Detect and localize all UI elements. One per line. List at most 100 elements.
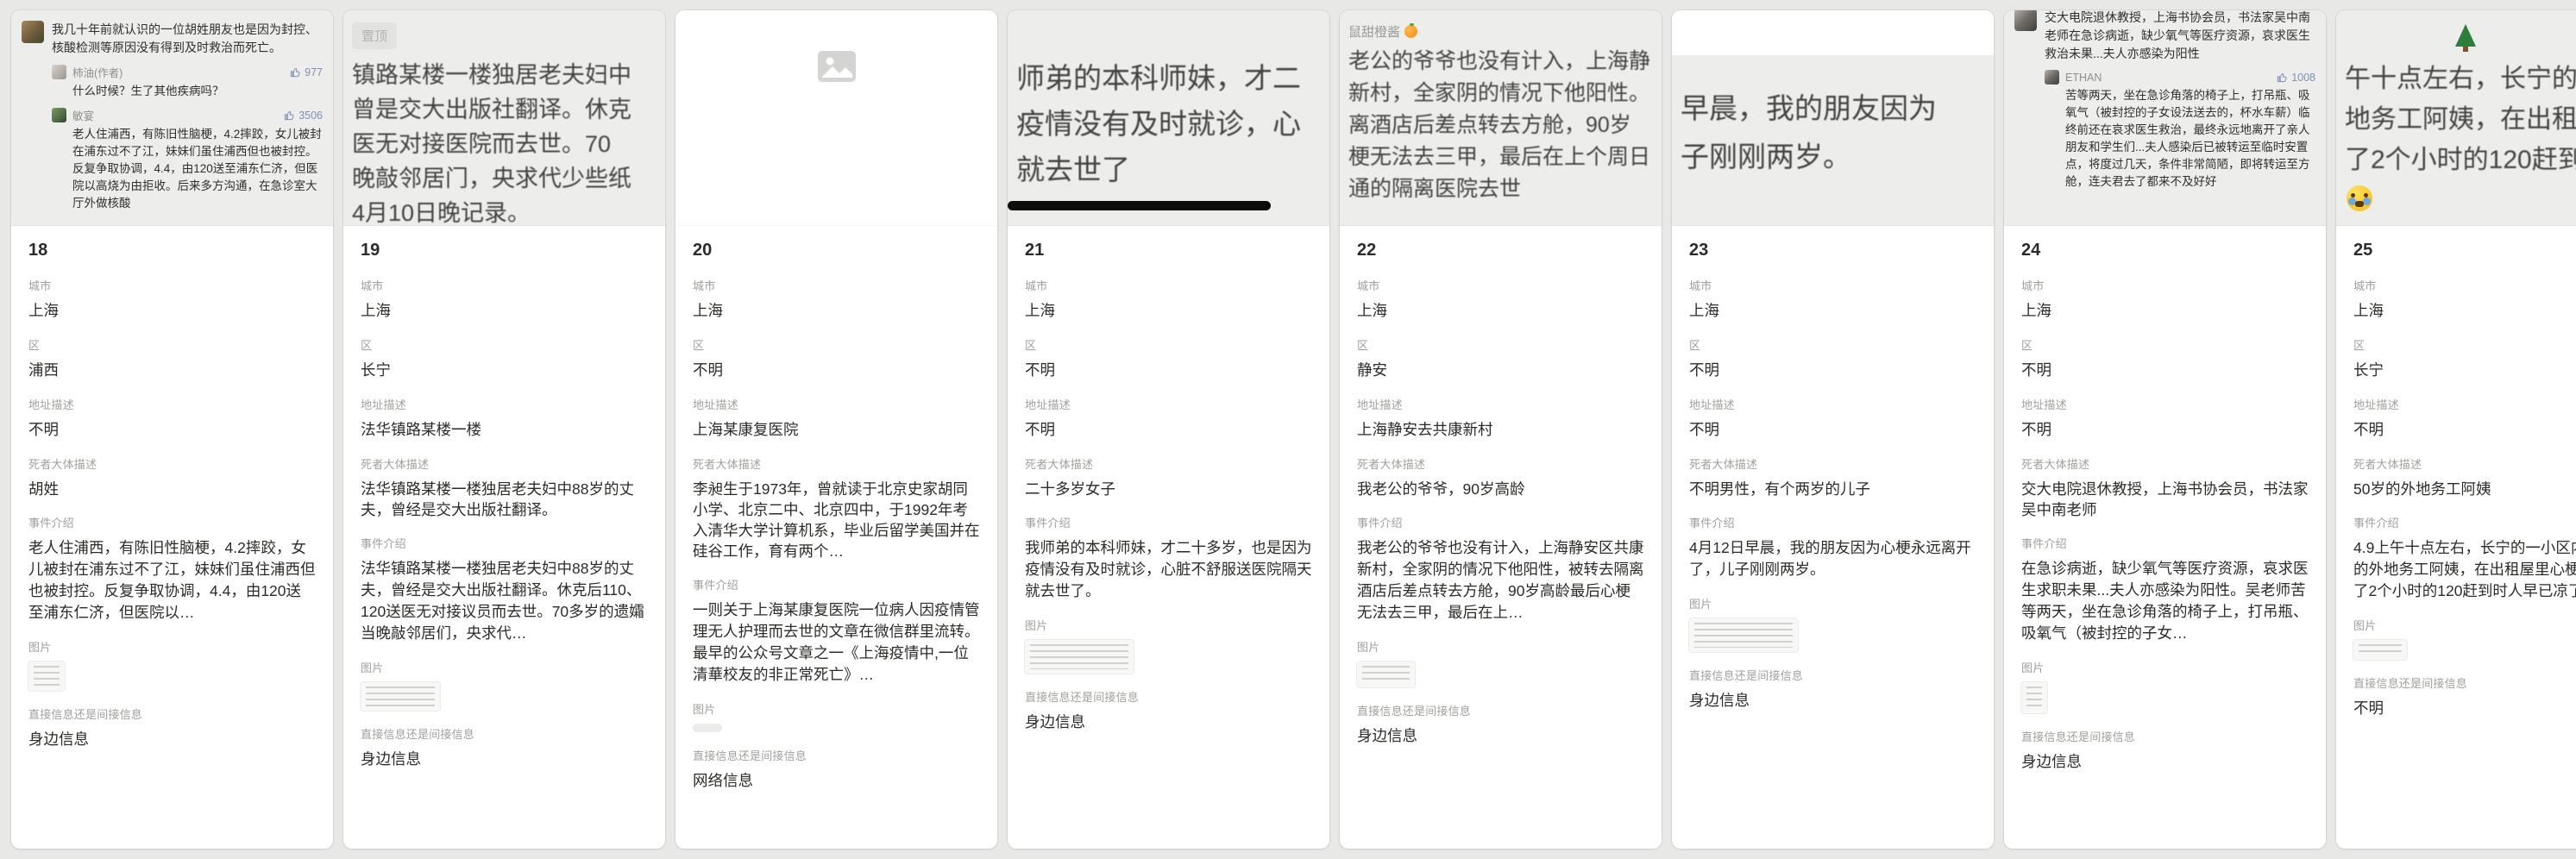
screenshot-thumbnail[interactable] (2353, 640, 2407, 660)
card-body: 22 城市 上海 区 静安 地址描述 上海静安去共康新村 死者大体描述 我老公的… (1340, 238, 1662, 747)
field-district-value: 静安 (1357, 360, 1644, 381)
thumbs-up-icon (284, 110, 295, 121)
field-event-value: 一则关于上海某康复医院一位病人因疫情管理无人护理而去世的文章在微信群里流转。最早… (693, 599, 980, 686)
screenshot-thumbnail[interactable] (1689, 618, 1798, 652)
screenshot-text-line: 新村，全家阴的情况下他阳性。 (1348, 78, 1662, 110)
screenshot-text-line: 早晨，我的朋友因为 (1681, 85, 1994, 133)
field-deceased-label: 死者大体描述 (361, 458, 648, 472)
record-card[interactable]: 早晨，我的朋友因为子刚刚两岁。 23 城市 上海 区 不明 地址描述 不明 死者… (1672, 10, 1994, 849)
field-city: 城市 上海 (28, 279, 316, 322)
screenshot-text-line: 镇路某楼一楼独居老夫妇中 (352, 58, 665, 92)
field-address-value: 不明 (28, 419, 316, 441)
broken-image-placeholder-icon (817, 50, 857, 83)
screenshot-text-line: 午十点左右，长宁的一小 (2345, 59, 2576, 99)
field-event-label: 事件介绍 (1689, 517, 1976, 530)
commenter-name: 柿油(作者) (72, 64, 290, 80)
big-text-screenshot: 师弟的本科师妹，才二疫情没有及时就诊，心就去世了 (1008, 10, 1329, 210)
big-text-screenshot: 鼠甜橙酱老公的爷爷也没有计入，上海静新村，全家阴的情况下他阳性。离酒店后差点转去… (1340, 10, 1662, 205)
field-address: 地址描述 不明 (28, 398, 316, 441)
field-district-label: 区 (28, 339, 316, 353)
screenshot-text-line: 离酒店后差点转去方舱，90岁 (1348, 110, 1662, 141)
field-source: 直接信息还是间接信息 身边信息 (1025, 691, 1312, 733)
screenshot-thumbnail[interactable] (1357, 661, 1415, 687)
record-card[interactable]: 午十点左右，长宁的一小地务工阿姨，在出租屋里了2个小时的120赶到时 25 城市… (2336, 10, 2576, 849)
record-card[interactable]: 师弟的本科师妹，才二疫情没有及时就诊，心就去世了 21 城市 上海 区 不明 地… (1008, 10, 1329, 849)
field-image: 图片 (1357, 641, 1644, 687)
field-source-label: 直接信息还是间接信息 (1357, 705, 1644, 718)
field-district-value: 不明 (1025, 360, 1312, 381)
orange-emoji (1404, 25, 1417, 38)
field-source: 直接信息还是间接信息 网络信息 (693, 749, 980, 792)
record-number: 23 (1689, 238, 1976, 262)
record-card[interactable]: 交大电院退休教授，上海书协会员，书法家吴中南老师在急诊病逝，缺少氧气等医疗资源，… (2004, 10, 2326, 849)
field-district-label: 区 (1025, 339, 1312, 353)
field-image-label: 图片 (28, 641, 316, 655)
main-comment-text: 交大电院退休教授，上海书协会员，书法家吴中南老师在急诊病逝，缺少氧气等医疗资源，… (2045, 10, 2315, 63)
card-body: 24 城市 上海 区 不明 地址描述 不明 死者大体描述 交大电院退休教授，上海… (2004, 238, 2326, 773)
field-city-label: 城市 (693, 279, 980, 293)
big-text-screenshot: 午十点左右，长宁的一小地务工阿姨，在出租屋里了2个小时的120赶到时 (2336, 10, 2576, 216)
field-deceased-label: 死者大体描述 (1689, 458, 1976, 472)
field-city-label: 城市 (28, 279, 316, 293)
like-count: 3506 (284, 110, 323, 122)
screenshot-thumbnail[interactable] (28, 661, 65, 691)
screenshot-thumbnail[interactable] (361, 682, 440, 711)
commenter-name: 敏宴 (72, 107, 284, 123)
field-address-value: 上海静安去共康新村 (1357, 419, 1644, 441)
comment-reply: ETHAN1008苦等两天，坐在急诊角落的椅子上，打吊瓶、吸氧气（被封控的子女设… (2045, 70, 2315, 191)
field-district-value: 不明 (1689, 360, 1976, 381)
field-image: 图片 (361, 661, 648, 711)
field-deceased: 死者大体描述 交大电院退休教授，上海书协会员，书法家吴中南老师 (2021, 458, 2309, 520)
screenshot-text: 镇路某楼一楼独居老夫妇中曾是交大出版社翻译。休克医无对接医院而去世。70晚敲邻居… (352, 58, 665, 226)
screenshot-text-line: 了2个小时的120赶到时 (2345, 140, 2576, 180)
field-deceased: 死者大体描述 50岁的外地务工阿姨 (2353, 458, 2576, 499)
field-district-value: 不明 (693, 360, 980, 381)
field-district: 区 不明 (1025, 339, 1312, 381)
comment-replies: 柿油(作者)977什么时候？生了其他疾病吗？ 敏宴3506 老人住浦西，有陈旧性脑梗… (52, 64, 323, 212)
screenshot-text-line: 地务工阿姨，在出租屋里 (2345, 99, 2576, 140)
comment-thread: 我几十年前就认识的一位胡姓朋友也是因为封控、核酸检测等原因没有得到及时救治而死亡… (11, 10, 333, 212)
screenshot-text: 老公的爷爷也没有计入，上海静新村，全家阴的情况下他阳性。离酒店后差点转去方舱，9… (1348, 46, 1662, 205)
field-city-label: 城市 (2021, 279, 2309, 293)
big-text-screenshot: 置顶镇路某楼一楼独居老夫妇中曾是交大出版社翻译。休克医无对接医院而去世。70晚敲… (343, 10, 665, 226)
comment-thread: 交大电院退休教授，上海书协会员，书法家吴中南老师在急诊病逝，缺少氧气等医疗资源，… (2004, 10, 2326, 191)
screenshot-thumbnail[interactable] (1025, 640, 1134, 674)
field-address-value: 不明 (1025, 419, 1312, 441)
main-comment-text: 我几十年前就认识的一位胡姓朋友也是因为封控、核酸检测等原因没有得到及时救治而死亡… (52, 21, 323, 57)
field-image: 图片 (1689, 598, 1976, 652)
reply-text: 什么时候？生了其他疾病吗？ (72, 83, 323, 100)
field-source: 直接信息还是间接信息 身边信息 (28, 708, 316, 750)
field-source-value: 不明 (2353, 698, 2576, 719)
field-address-label: 地址描述 (2353, 398, 2576, 412)
field-deceased-value: 不明男性，有个两岁的儿子 (1689, 479, 1976, 499)
comment-reply: 柿油(作者)977什么时候？生了其他疾病吗？ (52, 64, 323, 100)
record-card[interactable]: 我几十年前就认识的一位胡姓朋友也是因为封控、核酸检测等原因没有得到及时救治而死亡… (11, 10, 333, 849)
field-event: 事件介绍 我老公的爷爷也没有计入，上海静安区共康新村，全家阴的情况下他阳性，被转… (1357, 517, 1644, 624)
record-card[interactable]: 鼠甜橙酱老公的爷爷也没有计入，上海静新村，全家阴的情况下他阳性。离酒店后差点转去… (1340, 10, 1662, 849)
field-city: 城市 上海 (1357, 279, 1644, 322)
screenshot-thumbnail[interactable] (2021, 682, 2047, 713)
card-body: 20 城市 上海 区 不明 地址描述 上海某康复医院 死者大体描述 李昶生于19… (675, 238, 997, 792)
field-source-label: 直接信息还是间接信息 (2021, 730, 2309, 744)
field-deceased-value: 我老公的爷爷，90岁高龄 (1357, 479, 1644, 499)
card-preview-image: 午十点左右，长宁的一小地务工阿姨，在出租屋里了2个小时的120赶到时 (2336, 10, 2576, 226)
screenshot-text-line: 医无对接医院而去世。70 (352, 127, 665, 161)
screenshot-text-line: 梗无法去三甲，最后在上个周日 (1348, 141, 1662, 173)
field-city-label: 城市 (1689, 279, 1976, 293)
record-card[interactable]: 置顶镇路某楼一楼独居老夫妇中曾是交大出版社翻译。休克医无对接医院而去世。70晚敲… (343, 10, 665, 849)
screenshot-thumbnail[interactable] (693, 724, 722, 732)
field-deceased-label: 死者大体描述 (1025, 458, 1312, 472)
main-comment: 交大电院退休教授，上海书协会员，书法家吴中南老师在急诊病逝，缺少氧气等医疗资源，… (2014, 10, 2315, 63)
field-event-value: 我师弟的本科师妹，才二十多岁，也是因为疫情没有及时就诊，心脏不舒服送医院隔天就去… (1025, 537, 1312, 602)
field-address-label: 地址描述 (28, 398, 316, 412)
record-card[interactable]: 20 城市 上海 区 不明 地址描述 上海某康复医院 死者大体描述 李昶生于19… (675, 10, 997, 849)
card-body: 18 城市 上海 区 浦西 地址描述 不明 死者大体描述 胡姓 事件介绍 老人住… (11, 238, 333, 750)
field-city-label: 城市 (2353, 279, 2576, 293)
commenter-name: ETHAN (2065, 72, 2277, 84)
field-image: 图片 (1025, 619, 1312, 674)
field-city-value: 上海 (1025, 300, 1312, 322)
reply-text: 老人住浦西，有陈旧性脑梗，4.2摔跤，女儿被封在浦东过不了江，妹妹们虽住浦西但也… (72, 126, 323, 212)
field-city-value: 上海 (28, 300, 316, 322)
field-event-label: 事件介绍 (693, 579, 980, 593)
field-event: 事件介绍 在急诊病逝，缺少氧气等医疗资源，哀求医生求职未果...夫人亦感染为阳性… (2021, 537, 2309, 644)
